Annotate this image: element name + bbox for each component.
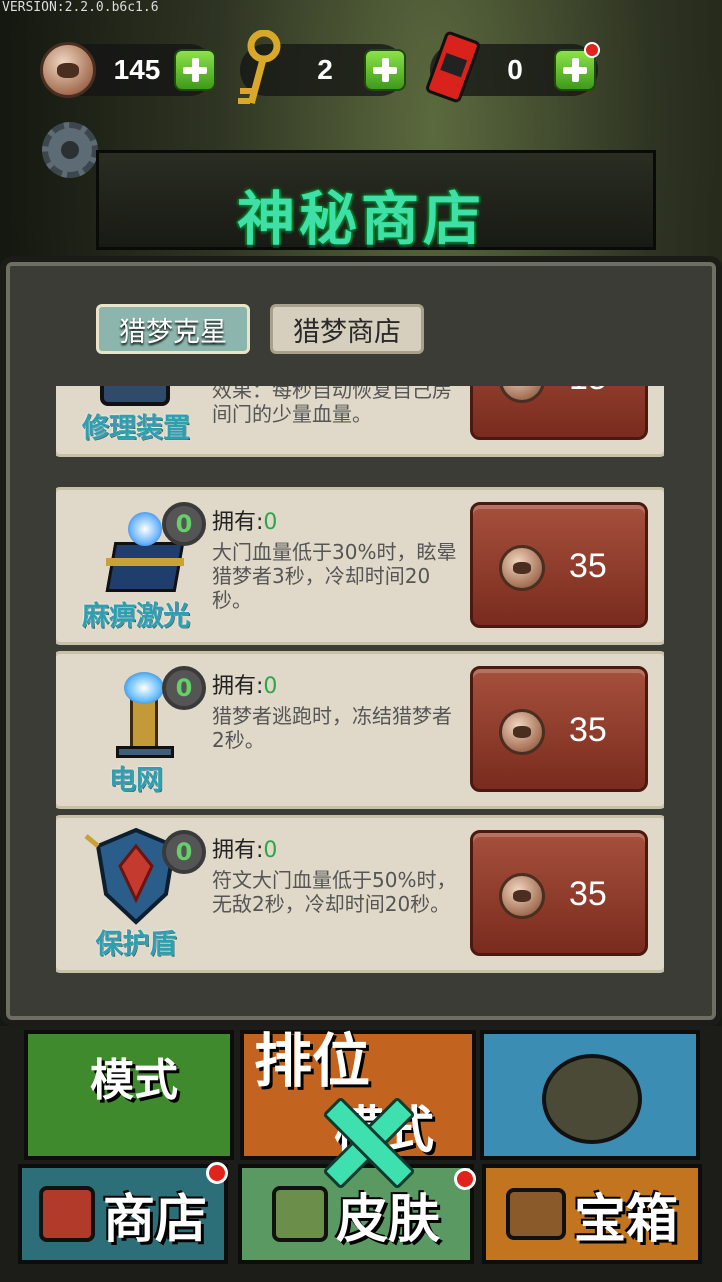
skin-icon: [271, 1186, 328, 1242]
key-value: 2: [317, 54, 333, 85]
owned-count-badge: 0: [162, 666, 206, 710]
ticket-value: 0: [507, 54, 523, 85]
coin-icon: [499, 873, 545, 919]
add-keys-button[interactable]: [364, 49, 406, 91]
coin-icon: [499, 386, 545, 403]
owned-label: 拥有:0: [212, 838, 278, 863]
add-coins-button[interactable]: [174, 49, 216, 91]
coin-icon: [499, 709, 545, 755]
price: 35: [569, 547, 607, 585]
notification-dot: [206, 1162, 228, 1184]
mode-tile[interactable]: 模式: [24, 1030, 234, 1160]
item-description: 猎梦者逃跑时，冻结猎梦者2秒。: [212, 704, 452, 752]
buy-button[interactable]: 15: [470, 386, 648, 440]
item-description: 符文大门血量低于50%时，无敌2秒，冷却时间20秒。: [212, 868, 457, 916]
list-item: 0 拥有:0 符文大门血量低于50%时，无敌2秒，冷却时间20秒。 保护盾 35: [56, 818, 664, 970]
price: 35: [569, 711, 607, 749]
key-icon: [238, 30, 281, 104]
shop-icon: [38, 1186, 95, 1242]
chest-icon: [505, 1188, 566, 1240]
nav-chest[interactable]: 宝箱: [482, 1164, 702, 1264]
owned-count-badge: 0: [162, 502, 206, 546]
coin-value: 145: [113, 54, 161, 85]
list-item: 0 拥有:0 大门血量低于30%时，眩晕猎梦者3秒，冷却时间20秒。 麻痹激光 …: [56, 490, 664, 642]
key-counter: 2: [238, 30, 406, 104]
nav-shop[interactable]: 商店: [18, 1164, 228, 1264]
settings-gear-icon[interactable]: [42, 122, 98, 178]
tab-dream-hunter-shop[interactable]: 猎梦商店: [270, 304, 424, 354]
item-description: 大门血量低于30%时，眩晕猎梦者3秒，冷却时间20秒。: [212, 540, 457, 612]
notification-dot: [454, 1168, 476, 1190]
buy-button[interactable]: 35: [470, 502, 648, 628]
coin-icon: [40, 42, 96, 98]
owned-count-badge: 0: [162, 830, 206, 874]
close-icon[interactable]: [318, 1096, 406, 1184]
item-name: 电网: [109, 765, 163, 796]
item-list[interactable]: 修理装置 效果：每秒自动恢复自己房间门的少量血量。 15 0 拥有:0 大门血量…: [56, 386, 664, 986]
ticket-counter: 0: [426, 31, 600, 103]
list-item: 修理装置 效果：每秒自动恢复自己房间门的少量血量。 15: [56, 386, 664, 454]
coin-counter: 145: [40, 42, 216, 98]
owned-label: 拥有:0: [212, 510, 278, 535]
owned-label: 拥有:0: [212, 674, 278, 699]
price: 15: [569, 386, 607, 398]
list-item: 0 拥有:0 猎梦者逃跑时，冻结猎梦者2秒。 电网 35: [56, 654, 664, 806]
item-name: 保护盾: [95, 929, 177, 960]
shop-tabs: 猎梦克星 猎梦商店: [96, 304, 424, 354]
page-title: 神秘商店: [236, 185, 485, 253]
coin-icon: [499, 545, 545, 591]
buy-button[interactable]: 35: [470, 830, 648, 956]
price: 35: [569, 875, 607, 913]
item-name: 修理装置: [82, 413, 190, 444]
item-description: 效果：每秒自动恢复自己房间门的少量血量。: [212, 386, 452, 426]
ticket-icon: [426, 31, 480, 103]
version-label: VERSION:2.2.0.b6c1.6: [2, 0, 159, 15]
tab-dream-hunter-nemesis[interactable]: 猎梦克星: [96, 304, 250, 354]
mode-tile-event[interactable]: [480, 1030, 700, 1160]
buy-button[interactable]: 35: [470, 666, 648, 792]
item-name: 麻痹激光: [82, 601, 190, 632]
notification-dot: [584, 42, 600, 58]
